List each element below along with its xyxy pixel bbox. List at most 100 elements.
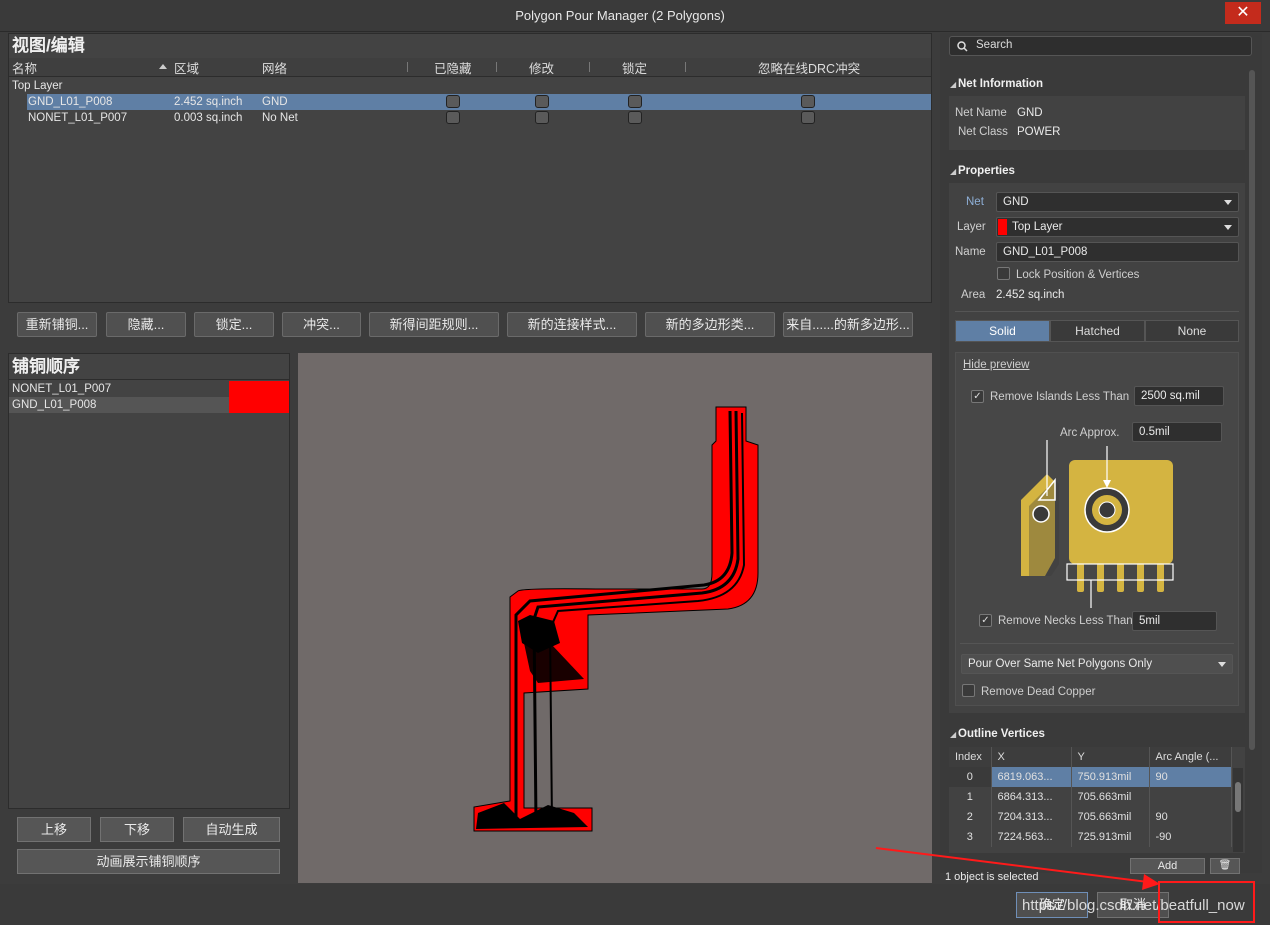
col-hidden[interactable]: 已隐藏 (434, 58, 472, 77)
outline-vertices-table: Index X Y Arc Angle (... 0 6819.063... 7… (949, 747, 1245, 853)
view-edit-panel: 视图/编辑 名称 区域 网络 已隐藏 修改 锁定 忽略在线DRC冲突 Top L… (8, 33, 932, 303)
scrollbar-thumb[interactable] (1235, 782, 1241, 812)
auto-generate-button[interactable]: 自动生成 (183, 817, 280, 842)
lock-button[interactable]: 锁定... (194, 312, 274, 337)
polygon-preview[interactable] (298, 353, 932, 883)
col-ignore-drc[interactable]: 忽略在线DRC冲突 (758, 58, 860, 77)
locked-checkbox[interactable] (628, 95, 642, 108)
repour-button[interactable]: 重新铺铜... (17, 312, 97, 337)
locked-checkbox[interactable] (628, 111, 642, 124)
move-up-button[interactable]: 上移 (17, 817, 91, 842)
hide-preview-link[interactable]: Hide preview (963, 359, 1029, 371)
hidden-checkbox[interactable] (446, 95, 460, 108)
row-name: NONET_L01_P007 (28, 112, 128, 124)
col-arc-angle[interactable]: Arc Angle (... (1149, 747, 1232, 767)
fill-mode-hatched[interactable]: Hatched (1050, 320, 1145, 342)
hide-button[interactable]: 隐藏... (106, 312, 186, 337)
new-polygon-from-button[interactable]: 来自......的新多边形... (783, 312, 913, 337)
vertex-arc[interactable]: 90 (1149, 767, 1232, 787)
net-label: Net (966, 196, 984, 208)
ignore-drc-checkbox[interactable] (801, 111, 815, 124)
col-area[interactable]: 区域 (174, 58, 199, 77)
modified-checkbox[interactable] (535, 111, 549, 124)
hidden-checkbox[interactable] (446, 111, 460, 124)
col-locked[interactable]: 锁定 (622, 58, 647, 77)
table-row[interactable]: 2 7204.313... 705.663mil 90 (949, 807, 1232, 827)
search-input[interactable]: Search (976, 39, 1012, 51)
annotation-highlight-box (1158, 881, 1255, 923)
table-row[interactable]: 1 6864.313... 705.663mil (949, 787, 1232, 807)
pour-order-panel: 铺铜顺序 NONET_L01_P007 GND_L01_P008 (8, 353, 290, 809)
properties-title[interactable]: Properties (958, 165, 1015, 177)
pcb-polygon-shape (473, 406, 759, 832)
group-top-layer[interactable]: Top Layer (12, 78, 63, 94)
remove-islands-checkbox[interactable]: ✓ (971, 390, 984, 403)
ignore-drc-checkbox[interactable] (801, 95, 815, 108)
vertex-x[interactable]: 6864.313... (991, 787, 1072, 807)
col-net[interactable]: 网络 (262, 58, 287, 77)
vertex-arc[interactable] (1149, 787, 1232, 807)
modified-checkbox[interactable] (535, 95, 549, 108)
collapse-icon[interactable]: ◢ (950, 80, 956, 89)
layer-select-value: Top Layer (1012, 221, 1063, 233)
move-down-button[interactable]: 下移 (100, 817, 174, 842)
outline-vertices-title[interactable]: Outline Vertices (958, 728, 1045, 740)
table-row[interactable]: 0 6819.063... 750.913mil 90 (949, 767, 1232, 787)
arc-approx-label: Arc Approx. (1060, 427, 1120, 439)
remove-islands-field[interactable]: 2500 sq.mil (1134, 386, 1224, 406)
vertex-x[interactable]: 6819.063... (991, 767, 1072, 787)
lock-checkbox[interactable] (997, 267, 1010, 280)
net-class-value: POWER (1017, 126, 1061, 138)
row-name: GND_L01_P008 (28, 96, 113, 108)
collapse-icon[interactable]: ◢ (950, 730, 956, 739)
violations-button[interactable]: 冲突... (282, 312, 361, 337)
pour-order-title: 铺铜顺序 (9, 354, 289, 380)
vertex-y[interactable]: 705.663mil (1071, 787, 1150, 807)
arc-approx-field[interactable]: 0.5mil (1132, 422, 1222, 442)
col-name[interactable]: 名称 (12, 58, 37, 77)
area-value: 2.452 sq.inch (996, 289, 1065, 301)
search-icon (957, 41, 968, 52)
remove-necks-field[interactable]: 5mil (1132, 611, 1217, 631)
list-item[interactable]: GND_L01_P008 (9, 397, 289, 413)
list-item[interactable]: NONET_L01_P007 (9, 381, 289, 397)
remove-dead-copper-checkbox[interactable] (962, 684, 975, 697)
vertex-y[interactable]: 750.913mil (1071, 767, 1150, 787)
vertex-x[interactable]: 7204.313... (991, 807, 1072, 827)
layer-label: Layer (957, 221, 986, 233)
fill-mode-none[interactable]: None (1145, 320, 1239, 342)
layer-select[interactable]: Top Layer (996, 217, 1239, 237)
net-select[interactable]: GND (996, 192, 1239, 212)
remove-necks-label: Remove Necks Less Than (998, 615, 1133, 627)
collapse-icon[interactable]: ◢ (950, 167, 956, 176)
new-connect-style-button[interactable]: 新的连接样式... (507, 312, 637, 337)
new-polygon-class-button[interactable]: 新的多边形类... (645, 312, 775, 337)
pour-over-value: Pour Over Same Net Polygons Only (968, 658, 1153, 670)
col-modified[interactable]: 修改 (529, 58, 554, 77)
divider (960, 643, 1234, 644)
col-x[interactable]: X (991, 747, 1072, 767)
net-class-label: Net Class (958, 126, 1008, 138)
table-row[interactable]: NONET_L01_P007 0.003 sq.inch No Net (27, 110, 931, 126)
close-button[interactable]: ✕ (1225, 2, 1261, 24)
animate-pour-order-button[interactable]: 动画展示铺铜顺序 (17, 849, 280, 874)
search-box[interactable]: Search (949, 36, 1252, 56)
col-index[interactable]: Index (949, 747, 992, 767)
vertex-arc[interactable]: 90 (1149, 807, 1232, 827)
table-row[interactable]: GND_L01_P008 2.452 sq.inch GND (27, 94, 931, 110)
remove-islands-label: Remove Islands Less Than (990, 391, 1130, 403)
divider (955, 311, 1239, 312)
fill-mode-solid[interactable]: Solid (955, 320, 1050, 342)
col-y[interactable]: Y (1071, 747, 1150, 767)
new-clearance-rule-button[interactable]: 新得间距规则... (369, 312, 499, 337)
name-field[interactable]: GND_L01_P008 (996, 242, 1239, 262)
pour-over-select[interactable]: Pour Over Same Net Polygons Only (961, 654, 1233, 674)
net-info-title[interactable]: Net Information (958, 78, 1043, 90)
remove-dead-copper-label: Remove Dead Copper (981, 686, 1096, 698)
window-title: Polygon Pour Manager (2 Polygons) (515, 8, 725, 23)
net-info-box (949, 96, 1245, 150)
chevron-down-icon (1224, 225, 1232, 230)
remove-necks-checkbox[interactable]: ✓ (979, 614, 992, 627)
panel-scrollbar[interactable] (1249, 70, 1255, 750)
vertex-y[interactable]: 705.663mil (1071, 807, 1150, 827)
